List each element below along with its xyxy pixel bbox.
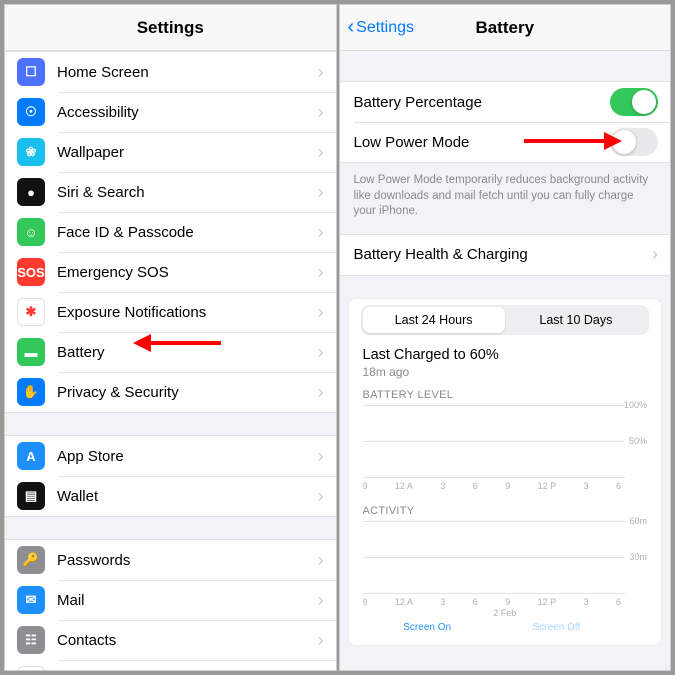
- siri-search-icon: ●: [17, 178, 45, 206]
- exposure-notifications-icon: ✱: [17, 298, 45, 326]
- activity-chart: 60m 30m 912 A36912 P36 2 Feb Screen On S…: [349, 521, 662, 645]
- row-label: Low Power Mode: [354, 134, 611, 151]
- settings-row-accessibility[interactable]: ☉ Accessibility›: [5, 92, 336, 132]
- battery-screen: ‹ Settings Battery Battery Percentage Lo…: [339, 4, 672, 671]
- row-label: App Store: [57, 448, 318, 465]
- chevron-right-icon: ›: [318, 262, 324, 283]
- settings-row-privacy-security[interactable]: ✋ Privacy & Security›: [5, 372, 336, 412]
- last-charged-sub: 18m ago: [363, 365, 648, 379]
- page-title: Battery: [475, 18, 534, 38]
- row-label: Battery: [57, 344, 318, 361]
- privacy-security-icon: ✋: [17, 378, 45, 406]
- back-label: Settings: [356, 19, 414, 37]
- time-segment[interactable]: Last 24 Hours Last 10 Days: [361, 305, 650, 335]
- battery-percentage-toggle[interactable]: [610, 88, 658, 116]
- legend-screen-off: Screen Off: [533, 622, 581, 633]
- chevron-right-icon: ›: [318, 222, 324, 243]
- chevron-right-icon: ›: [318, 630, 324, 651]
- chevron-right-icon: ›: [318, 182, 324, 203]
- battery-content: Battery Percentage Low Power Mode Low Po…: [340, 51, 671, 670]
- settings-row-exposure-notifications[interactable]: ✱ Exposure Notifications›: [5, 292, 336, 332]
- activity-heading: ACTIVITY: [349, 503, 662, 521]
- chevron-right-icon: ›: [318, 446, 324, 467]
- segment-10d[interactable]: Last 10 Days: [505, 307, 647, 333]
- battery-level-heading: BATTERY LEVEL: [349, 387, 662, 405]
- settings-row-app-store[interactable]: A App Store›: [5, 436, 336, 476]
- row-label: Wallet: [57, 488, 318, 505]
- settings-row-wallpaper[interactable]: ❀ Wallpaper›: [5, 132, 336, 172]
- segment-24h[interactable]: Last 24 Hours: [363, 307, 505, 333]
- low-power-mode-toggle[interactable]: [610, 128, 658, 156]
- row-label: Wallpaper: [57, 144, 318, 161]
- chevron-right-icon: ›: [318, 550, 324, 571]
- row-label: Emergency SOS: [57, 264, 318, 281]
- chevron-right-icon: ›: [318, 486, 324, 507]
- legend-screen-on: Screen On: [403, 622, 451, 633]
- passwords-icon: 🔑: [17, 546, 45, 574]
- row-label: Siri & Search: [57, 184, 318, 201]
- chevron-right-icon: ›: [318, 670, 324, 671]
- battery-level-chart: 100% 50% 912 A36912 P36: [349, 405, 662, 503]
- row-label: Accessibility: [57, 104, 318, 121]
- chevron-right-icon: ›: [318, 342, 324, 363]
- settings-row-home-screen[interactable]: ☐ Home Screen›: [5, 52, 336, 92]
- settings-row-contacts[interactable]: ☷ Contacts›: [5, 620, 336, 660]
- settings-row-battery[interactable]: ▬ Battery›: [5, 332, 336, 372]
- usage-card: Last 24 Hours Last 10 Days Last Charged …: [348, 298, 663, 646]
- settings-row-face-id-passcode[interactable]: ☺ Face ID & Passcode›: [5, 212, 336, 252]
- chevron-right-icon: ›: [318, 102, 324, 123]
- face-id-passcode-icon: ☺: [17, 218, 45, 246]
- low-power-note: Low Power Mode temporarily reduces backg…: [340, 167, 671, 234]
- chevron-right-icon: ›: [318, 62, 324, 83]
- wallpaper-icon: ❀: [17, 138, 45, 166]
- page-title: Settings: [137, 18, 204, 38]
- settings-row-passwords[interactable]: 🔑 Passwords›: [5, 540, 336, 580]
- emergency-sos-icon: SOS: [17, 258, 45, 286]
- row-label: Battery Percentage: [354, 94, 611, 111]
- settings-row-mail[interactable]: ✉ Mail›: [5, 580, 336, 620]
- contacts-icon: ☷: [17, 626, 45, 654]
- header: Settings: [5, 5, 336, 51]
- wallet-icon: ▤: [17, 482, 45, 510]
- battery-health-row[interactable]: Battery Health & Charging ›: [340, 235, 671, 275]
- battery-icon: ▬: [17, 338, 45, 366]
- row-label: Exposure Notifications: [57, 304, 318, 321]
- settings-screen: Settings ☐Home Screen›☉Accessibility›❀Wa…: [4, 4, 337, 671]
- mail-icon: ✉: [17, 586, 45, 614]
- x-date: 2 Feb: [363, 608, 648, 618]
- calendar-icon: ▦: [17, 666, 45, 670]
- last-charged-title: Last Charged to 60%: [363, 347, 648, 363]
- row-label: Privacy & Security: [57, 384, 318, 401]
- low-power-mode-row[interactable]: Low Power Mode: [340, 122, 671, 162]
- chevron-right-icon: ›: [318, 142, 324, 163]
- row-label: Passwords: [57, 552, 318, 569]
- chevron-right-icon: ›: [318, 382, 324, 403]
- back-button[interactable]: ‹ Settings: [348, 16, 414, 39]
- row-label: Face ID & Passcode: [57, 224, 318, 241]
- home-screen-icon: ☐: [17, 58, 45, 86]
- chevron-left-icon: ‹: [348, 16, 355, 39]
- row-label: Battery Health & Charging: [354, 246, 653, 263]
- settings-row-wallet[interactable]: ▤ Wallet›: [5, 476, 336, 516]
- chevron-right-icon: ›: [318, 590, 324, 611]
- settings-row-calendar[interactable]: ▦Calendar›: [5, 660, 336, 670]
- settings-row-siri-search[interactable]: ● Siri & Search›: [5, 172, 336, 212]
- row-label: Mail: [57, 592, 318, 609]
- settings-row-emergency-sos[interactable]: SOS Emergency SOS›: [5, 252, 336, 292]
- chevron-right-icon: ›: [652, 244, 658, 265]
- row-label: Contacts: [57, 632, 318, 649]
- battery-percentage-row[interactable]: Battery Percentage: [340, 82, 671, 122]
- header: ‹ Settings Battery: [340, 5, 671, 51]
- settings-list: ☐Home Screen›☉Accessibility›❀Wallpaper›●…: [5, 51, 336, 670]
- app-store-icon: A: [17, 442, 45, 470]
- accessibility-icon: ☉: [17, 98, 45, 126]
- row-label: Home Screen: [57, 64, 318, 81]
- chevron-right-icon: ›: [318, 302, 324, 323]
